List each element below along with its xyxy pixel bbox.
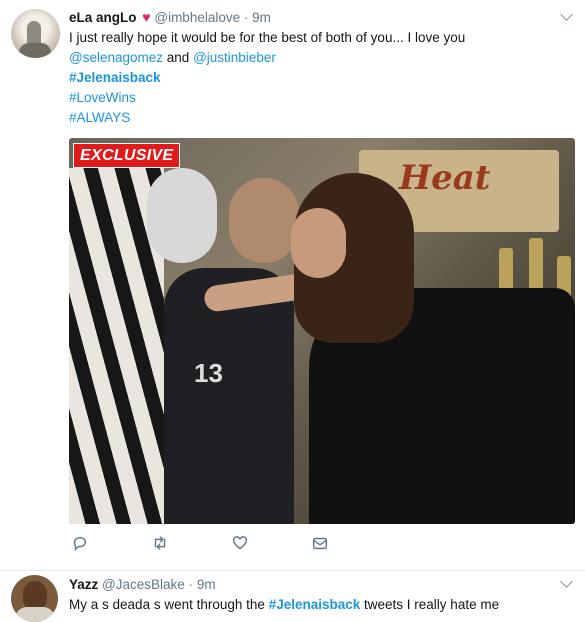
tweet-header: Yazz @JacesBlake · 9m (69, 577, 216, 597)
person-head-shape (229, 178, 299, 263)
avatar-shirt (15, 607, 55, 622)
user-handle[interactable]: @imbhelalove (154, 10, 240, 25)
tweet-actions (69, 532, 349, 562)
background-sign-text: Heat (399, 158, 491, 198)
avatar-figure-body (19, 43, 51, 58)
hashtag-link[interactable]: #Jelenaisback (269, 597, 361, 612)
tweet-text-segment: tweets I really hate me (364, 597, 500, 612)
hashtag-link[interactable]: #LoveWins (69, 90, 136, 105)
mention-link[interactable]: @justinbieber (193, 50, 276, 65)
tweet-header: eLa angLo ♥ @imbhelalove · 9m (69, 9, 271, 29)
tweet-text-segment: s went through the (153, 597, 265, 612)
hashtag-link[interactable]: #Jelenaisback (69, 70, 161, 85)
helmet-shape (147, 168, 217, 263)
hashtag-line: #ALWAYS (69, 110, 130, 125)
exclusive-badge: EXCLUSIVE (73, 143, 181, 168)
display-name[interactable]: Yazz (69, 577, 98, 592)
reply-icon[interactable] (69, 532, 91, 554)
tweet-photo[interactable]: Heat 13 EXCLUSIVE (69, 138, 575, 524)
chevron-down-icon[interactable] (560, 575, 573, 588)
tweet[interactable]: eLa angLo ♥ @imbhelalove · 9m I just rea… (0, 0, 585, 571)
jersey-number: 13 (194, 358, 223, 388)
tweet-text-segment: s deada (102, 597, 151, 612)
tweet-text-line: My a s deada s went through the #Jelenai… (69, 597, 499, 612)
tweet-text-line: @selenagomez and @justinbieber (69, 50, 276, 65)
tweet-text-line: I just really hope it would be for the b… (69, 30, 466, 45)
avatar[interactable] (11, 9, 60, 58)
separator-dot: · (243, 10, 249, 25)
avatar[interactable] (11, 575, 58, 622)
like-icon[interactable] (229, 532, 251, 554)
hashtag-line: #LoveWins (69, 90, 136, 105)
separator-dot: · (188, 577, 194, 592)
retweet-icon[interactable] (149, 532, 171, 554)
conjunction-text: and (166, 50, 190, 65)
timestamp[interactable]: 9m (252, 10, 271, 25)
hashtag-link[interactable]: #ALWAYS (69, 110, 130, 125)
person-face-shape (291, 208, 346, 278)
tweet-text-segment: My a (69, 597, 99, 612)
user-handle[interactable]: @JacesBlake (102, 577, 185, 592)
hashtag-line: #Jelenaisback (69, 70, 161, 85)
display-name[interactable]: eLa angLo (69, 10, 137, 25)
chevron-down-icon[interactable] (560, 8, 573, 21)
tweet[interactable]: Yazz @JacesBlake · 9m My a s deada s wen… (0, 571, 585, 622)
message-icon[interactable] (309, 532, 331, 554)
heart-emoji-icon: ♥ (142, 9, 151, 25)
mention-link[interactable]: @selenagomez (69, 50, 163, 65)
timestamp[interactable]: 9m (197, 577, 216, 592)
